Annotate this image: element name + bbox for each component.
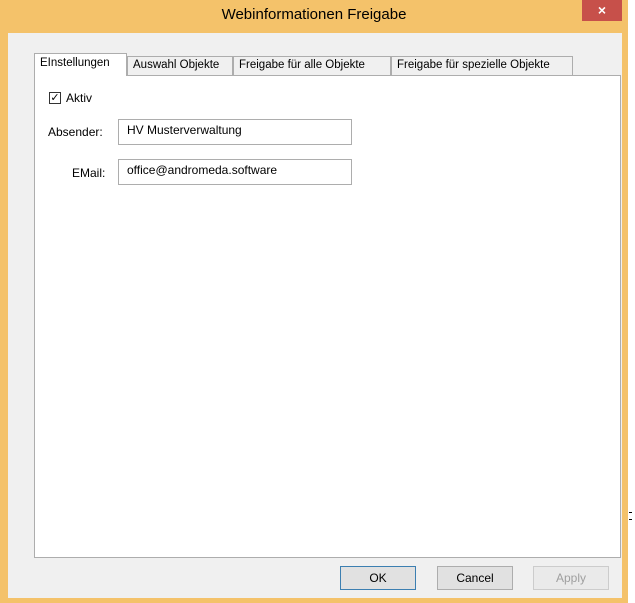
absender-label: Absender: <box>48 125 103 139</box>
window-title: Webinformationen Freigabe <box>221 6 407 23</box>
close-button[interactable]: × <box>582 0 622 21</box>
tab-label: Freigabe für alle Objekte <box>239 59 365 71</box>
tab-freigabe-alle-objekte[interactable]: Freigabe für alle Objekte <box>233 56 391 75</box>
close-icon: × <box>597 2 607 18</box>
cancel-button[interactable]: Cancel <box>437 566 513 590</box>
edge-mark <box>629 519 632 520</box>
email-label: EMail: <box>72 166 106 180</box>
tab-label: Auswahl Objekte <box>133 59 220 71</box>
tab-panel-einstellungen <box>34 75 621 558</box>
absender-input[interactable]: HV Musterverwaltung <box>118 119 352 145</box>
tab-freigabe-spezielle-objekte[interactable]: Freigabe für spezielle Objekte <box>391 56 573 75</box>
tab-auswahl-objekte[interactable]: Auswahl Objekte <box>127 56 233 75</box>
tab-label: Freigabe für spezielle Objekte <box>397 59 550 71</box>
aktiv-label: Aktiv <box>66 91 93 105</box>
email-input[interactable]: office@andromeda.software <box>118 159 352 185</box>
ok-button[interactable]: OK <box>340 566 416 590</box>
title-bar[interactable]: Webinformationen Freigabe × <box>0 0 628 33</box>
edge-mark <box>629 512 632 513</box>
aktiv-checkbox[interactable]: ✓ <box>49 92 61 104</box>
tab-einstellungen[interactable]: EInstellungen <box>34 53 127 76</box>
tab-label: EInstellungen <box>40 57 110 69</box>
apply-button[interactable]: Apply <box>533 566 609 590</box>
checkmark-icon: ✓ <box>50 92 60 104</box>
